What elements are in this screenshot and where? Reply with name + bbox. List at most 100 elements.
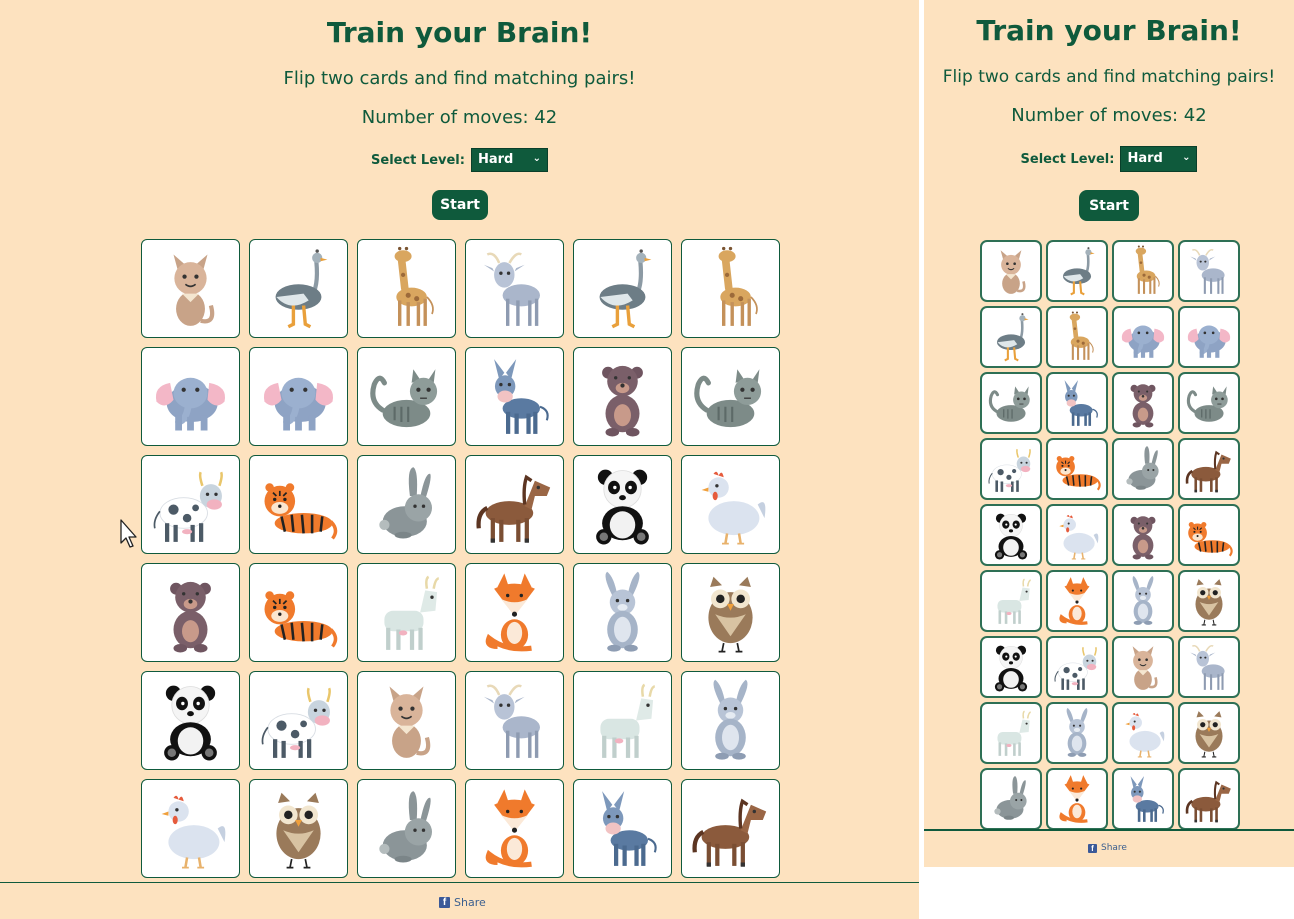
mouse-cursor-icon xyxy=(120,519,137,548)
memory-card-panda[interactable] xyxy=(573,455,672,554)
memory-card-tabby[interactable] xyxy=(357,347,456,446)
cow-icon xyxy=(1054,646,1097,690)
memory-card-goat[interactable] xyxy=(1178,240,1240,302)
memory-card-giraffe[interactable] xyxy=(357,239,456,338)
memory-card-ostrich[interactable] xyxy=(573,239,672,338)
memory-card-tabby[interactable] xyxy=(1178,372,1240,434)
tiger-icon xyxy=(1056,456,1101,491)
memory-card-rabbit[interactable] xyxy=(357,455,456,554)
memory-card-horse[interactable] xyxy=(1178,768,1240,830)
memory-card-hare[interactable] xyxy=(573,563,672,662)
memory-card-giraffe[interactable] xyxy=(1112,240,1174,302)
memory-card-goat[interactable] xyxy=(465,239,564,338)
memory-card-goat[interactable] xyxy=(465,671,564,770)
memory-card-giraffe[interactable] xyxy=(1046,306,1108,368)
memory-card-horse[interactable] xyxy=(681,779,780,878)
memory-card-bear[interactable] xyxy=(141,563,240,662)
memory-card-tabby[interactable] xyxy=(681,347,780,446)
cat-icon xyxy=(1132,646,1158,690)
memory-card-chicken[interactable] xyxy=(141,779,240,878)
level-select[interactable]: Hard ⌄ xyxy=(470,148,548,172)
memory-card-panda[interactable] xyxy=(980,504,1042,566)
share-button[interactable]: f Share xyxy=(439,896,486,909)
memory-card-donkey[interactable] xyxy=(1112,768,1174,830)
memory-card-horse[interactable] xyxy=(1178,438,1240,500)
memory-card-cat[interactable] xyxy=(980,240,1042,302)
tabby-icon xyxy=(370,369,438,428)
cow-icon xyxy=(153,471,223,542)
memory-card-ostrich[interactable] xyxy=(1046,240,1108,302)
goat-icon xyxy=(1190,248,1225,294)
memory-card-owl[interactable] xyxy=(681,563,780,662)
memory-card-horse[interactable] xyxy=(465,455,564,554)
whitegoat-icon xyxy=(600,683,656,758)
memory-card-donkey[interactable] xyxy=(573,779,672,878)
level-row: Select Level: Hard ⌄ xyxy=(924,146,1294,172)
memory-card-cow[interactable] xyxy=(141,455,240,554)
memory-card-fox[interactable] xyxy=(1046,768,1108,830)
memory-card-owl[interactable] xyxy=(249,779,348,878)
memory-card-chicken[interactable] xyxy=(1112,702,1174,764)
memory-card-fox[interactable] xyxy=(1046,570,1108,632)
memory-card-tiger[interactable] xyxy=(1178,504,1240,566)
desktop-view: Train your Brain! Flip two cards and fin… xyxy=(0,0,919,919)
memory-card-elephant[interactable] xyxy=(141,347,240,446)
memory-card-ostrich[interactable] xyxy=(249,239,348,338)
memory-card-cow[interactable] xyxy=(249,671,348,770)
cat-icon xyxy=(1000,250,1026,294)
rabbit-icon xyxy=(379,791,432,863)
hare-icon xyxy=(713,679,748,760)
memory-card-hare[interactable] xyxy=(681,671,780,770)
memory-card-cat[interactable] xyxy=(141,239,240,338)
memory-card-whitegoat[interactable] xyxy=(573,671,672,770)
memory-card-cow[interactable] xyxy=(1046,636,1108,698)
memory-card-rabbit[interactable] xyxy=(980,768,1042,830)
memory-card-cat[interactable] xyxy=(357,671,456,770)
memory-card-bear[interactable] xyxy=(1112,504,1174,566)
fox-icon xyxy=(485,573,535,652)
memory-card-hare[interactable] xyxy=(1046,702,1108,764)
memory-card-tiger[interactable] xyxy=(1046,438,1108,500)
memory-card-giraffe[interactable] xyxy=(681,239,780,338)
memory-card-fox[interactable] xyxy=(465,779,564,878)
memory-card-cat[interactable] xyxy=(1112,636,1174,698)
memory-card-panda[interactable] xyxy=(980,636,1042,698)
memory-card-rabbit[interactable] xyxy=(357,779,456,878)
hare-icon xyxy=(1132,576,1154,625)
page-subtitle: Flip two cards and find matching pairs! xyxy=(283,68,636,89)
memory-card-owl[interactable] xyxy=(1178,570,1240,632)
memory-card-chicken[interactable] xyxy=(1046,504,1108,566)
memory-card-elephant[interactable] xyxy=(249,347,348,446)
level-select[interactable]: Hard ⌄ xyxy=(1120,146,1198,172)
memory-card-donkey[interactable] xyxy=(1046,372,1108,434)
memory-card-tabby[interactable] xyxy=(980,372,1042,434)
memory-card-tiger[interactable] xyxy=(249,563,348,662)
memory-card-bear[interactable] xyxy=(573,347,672,446)
memory-card-whitegoat[interactable] xyxy=(980,570,1042,632)
level-label: Select Level: xyxy=(371,152,465,168)
memory-card-tiger[interactable] xyxy=(249,455,348,554)
memory-card-whitegoat[interactable] xyxy=(980,702,1042,764)
memory-card-donkey[interactable] xyxy=(465,347,564,446)
page-subtitle: Flip two cards and find matching pairs! xyxy=(942,67,1276,87)
memory-card-goat[interactable] xyxy=(1178,636,1240,698)
start-button[interactable]: Start xyxy=(432,190,488,220)
start-button[interactable]: Start xyxy=(1079,190,1139,221)
share-button[interactable]: f Share xyxy=(1088,843,1127,853)
memory-card-rabbit[interactable] xyxy=(1112,438,1174,500)
memory-card-chicken[interactable] xyxy=(681,455,780,554)
memory-card-whitegoat[interactable] xyxy=(357,563,456,662)
memory-card-bear[interactable] xyxy=(1112,372,1174,434)
moves-counter: Number of moves: 42 xyxy=(361,107,558,128)
elephant-icon xyxy=(155,377,226,431)
memory-card-cow[interactable] xyxy=(980,438,1042,500)
cow-icon xyxy=(261,687,331,758)
memory-card-hare[interactable] xyxy=(1112,570,1174,632)
memory-card-ostrich[interactable] xyxy=(980,306,1042,368)
memory-card-owl[interactable] xyxy=(1178,702,1240,764)
memory-card-fox[interactable] xyxy=(465,563,564,662)
fox-icon xyxy=(1059,577,1090,625)
memory-card-elephant[interactable] xyxy=(1178,306,1240,368)
memory-card-elephant[interactable] xyxy=(1112,306,1174,368)
memory-card-panda[interactable] xyxy=(141,671,240,770)
